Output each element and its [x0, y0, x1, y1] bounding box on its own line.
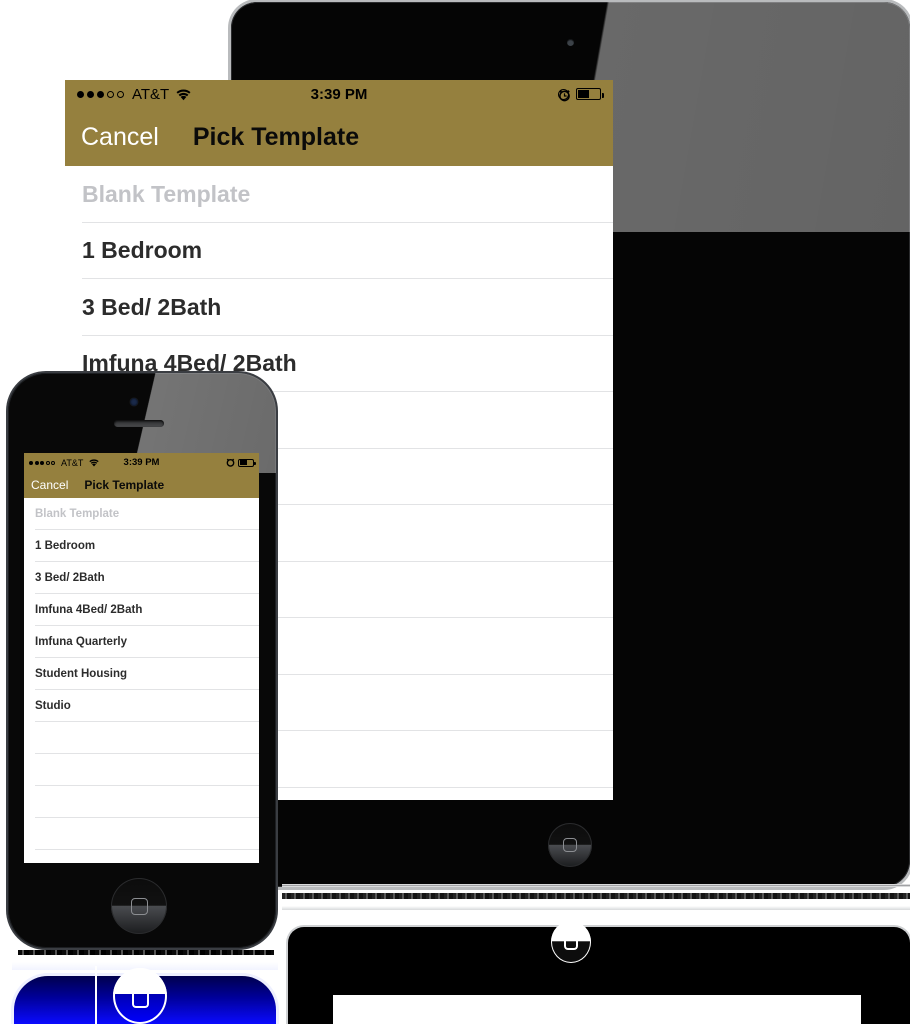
list-item-label: Blank Template	[82, 180, 251, 207]
list-separator	[35, 849, 259, 850]
list-item[interactable]: Blank Template	[65, 166, 613, 223]
list-item[interactable]: 3 Bed/ 2Bath	[65, 279, 613, 336]
ipad-home-button[interactable]	[548, 823, 592, 867]
list-item-label: Studio	[35, 700, 71, 712]
home-square-icon	[130, 897, 148, 915]
list-item-label: 1 Bedroom	[82, 237, 203, 264]
clock-label: 3:39 PM	[123, 457, 160, 468]
page-title: Pick Template	[192, 122, 360, 151]
home-square-icon	[131, 992, 149, 1008]
iphone-screen: AT&T 3:39 PM Cancel Pick Template Blank …	[24, 453, 259, 863]
list-item	[24, 722, 259, 754]
cancel-button[interactable]: Cancel	[31, 478, 68, 492]
home-square-icon	[563, 838, 577, 852]
list-item[interactable]: Imfuna 4Bed/ 2Bath	[24, 594, 259, 626]
list-item	[24, 754, 259, 786]
list-item-label: 1 Bedroom	[35, 540, 96, 552]
status-bar-right	[558, 88, 604, 101]
list-item-label: Imfuna Quarterly	[35, 636, 128, 648]
ipad-reflection-glare-mid	[282, 893, 910, 899]
earpiece-speaker	[114, 420, 164, 427]
template-list[interactable]: Blank Template 1 Bedroom 3 Bed/ 2Bath Imfun…	[24, 498, 259, 850]
page-title: Pick Template	[84, 478, 165, 492]
list-item-label: 3 Bed/ 2Bath	[35, 572, 105, 584]
scene-canvas: AT&T 3:39 PM Cancel Pick Template Blank …	[0, 0, 910, 1024]
ipad-reflection-home-button	[551, 921, 591, 963]
status-bar: AT&T 3:39 PM	[24, 453, 259, 472]
list-item-label: Imfuna 4Bed/ 2Bath	[35, 604, 143, 616]
list-item-label: Blank Template	[35, 508, 120, 520]
iphone-reflection-edge	[95, 966, 97, 1024]
iphone-reflection-glare-mid	[18, 950, 274, 955]
list-item-label: Student Housing	[35, 668, 127, 680]
list-item[interactable]: Student Housing	[24, 658, 259, 690]
front-camera-icon	[130, 398, 138, 406]
alarm-clock-icon	[558, 88, 570, 101]
list-item[interactable]: 1 Bedroom	[24, 530, 259, 562]
ipad-reflection-glare-bottom	[282, 906, 910, 910]
navigation-bar: Cancel Pick Template	[65, 108, 613, 166]
clock-label: 3:39 PM	[310, 85, 368, 103]
list-item[interactable]: Blank Template	[24, 498, 259, 530]
list-item-label: 3 Bed/ 2Bath	[82, 293, 222, 320]
list-item[interactable]: Studio	[24, 690, 259, 722]
status-bar: AT&T 3:39 PM	[65, 80, 613, 108]
battery-icon	[238, 458, 256, 467]
list-item	[24, 786, 259, 818]
home-square-icon	[564, 936, 578, 950]
status-bar-right	[226, 458, 256, 467]
cancel-button[interactable]: Cancel	[81, 123, 159, 152]
ipad-reflection-glare-top	[282, 884, 910, 887]
list-item[interactable]: 3 Bed/ 2Bath	[24, 562, 259, 594]
iphone-reflection-home-button	[113, 968, 167, 1024]
front-camera-icon	[567, 39, 574, 46]
battery-icon	[576, 88, 604, 100]
ipad-reflection	[288, 927, 910, 1024]
iphone-home-button[interactable]	[111, 878, 167, 934]
ipad-reflection-screen	[333, 995, 861, 1024]
navigation-bar: Cancel Pick Template	[24, 472, 259, 498]
list-item[interactable]: Imfuna Quarterly	[24, 626, 259, 658]
list-item[interactable]: 1 Bedroom	[65, 222, 613, 279]
alarm-clock-icon	[226, 458, 235, 467]
list-item	[24, 818, 259, 850]
